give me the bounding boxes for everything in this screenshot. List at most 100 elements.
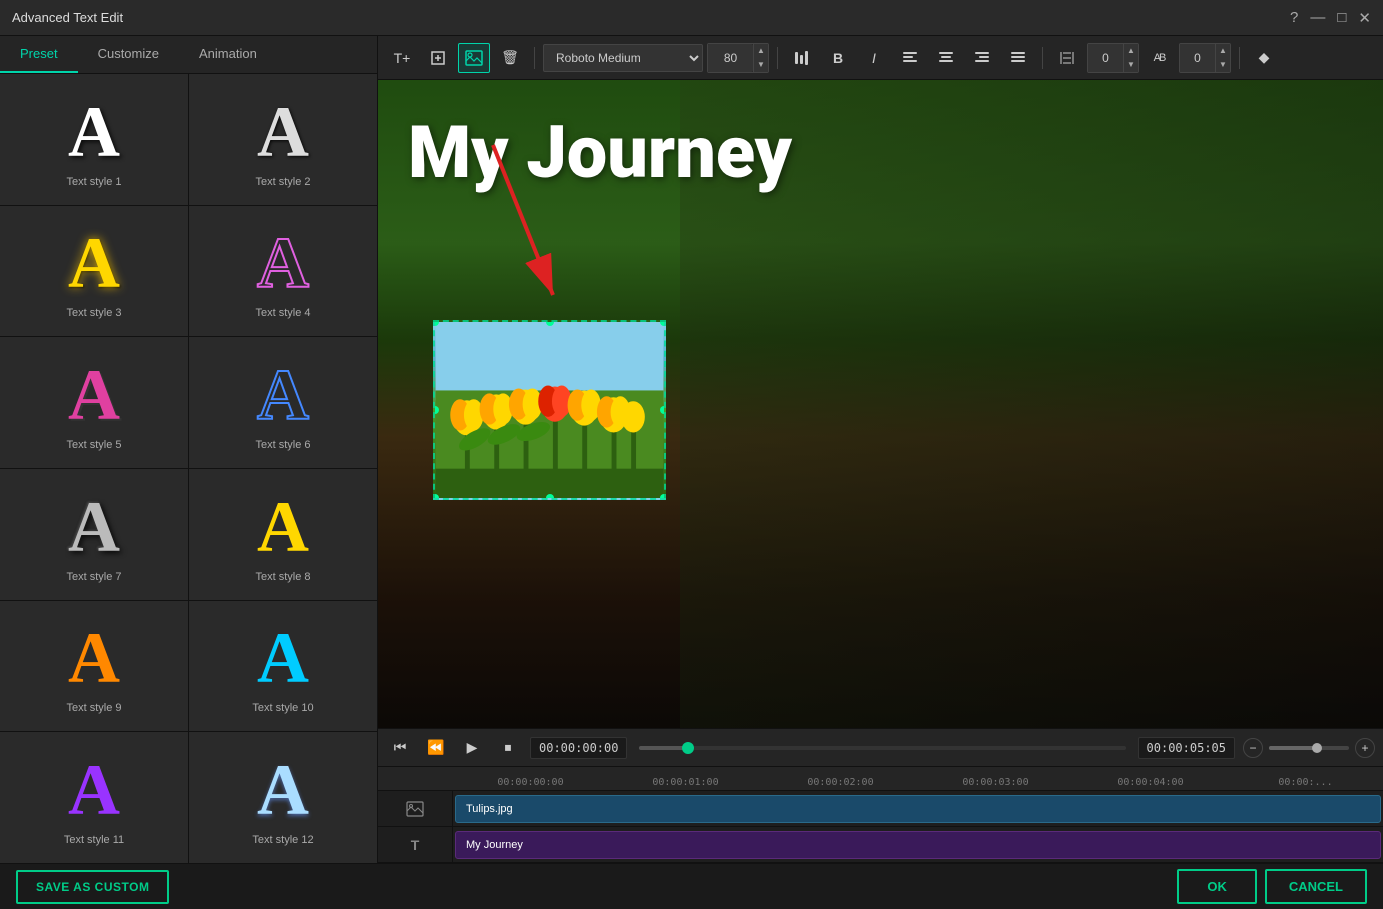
handle-top-center[interactable] xyxy=(546,320,554,326)
ruler-mark-2: 00:00:02:00 xyxy=(763,777,918,788)
save-as-custom-button[interactable]: SAVE AS CUSTOM xyxy=(16,870,169,904)
style1-label: Text style 1 xyxy=(66,176,121,188)
style-cell-12[interactable]: A Text style 12 xyxy=(189,732,377,863)
font-size-down[interactable]: ▼ xyxy=(754,58,768,72)
left-panel: Preset Customize Animation A Text style … xyxy=(0,36,378,863)
text-clip-label: My Journey xyxy=(466,839,523,851)
image-clip[interactable]: Tulips.jpg xyxy=(455,795,1381,823)
ok-button[interactable]: OK xyxy=(1177,869,1257,904)
preview-title: My Journey xyxy=(408,110,792,195)
divider-4 xyxy=(1239,47,1240,69)
window-controls[interactable]: ? — □ ✕ xyxy=(1290,9,1371,27)
preview-area: My Journey xyxy=(378,80,1383,728)
align-right-button[interactable] xyxy=(966,43,998,73)
rewind-button[interactable]: ⏮ xyxy=(386,734,414,762)
maximize-icon[interactable]: □ xyxy=(1337,9,1346,27)
style10-label: Text style 10 xyxy=(252,702,313,714)
help-icon[interactable]: ? xyxy=(1290,9,1298,27)
timeline-tracks: Tulips.jpg T My Journey xyxy=(378,791,1383,863)
kerning-down[interactable]: ▼ xyxy=(1216,58,1230,72)
bar-chart-icon[interactable] xyxy=(786,43,818,73)
track-icon-image xyxy=(378,791,453,826)
handle-bottom-right[interactable] xyxy=(660,494,666,500)
line-spacing-icon xyxy=(1051,43,1083,73)
step-back-button[interactable]: ⏪ xyxy=(422,734,450,762)
font-size-up[interactable]: ▲ xyxy=(754,44,768,58)
right-panel: T+ 🗑 Roboto Medium Arial Times New xyxy=(378,36,1383,863)
spacing-down[interactable]: ▼ xyxy=(1124,58,1138,72)
style-cell-7[interactable]: A Text style 7 xyxy=(0,469,188,600)
divider-3 xyxy=(1042,47,1043,69)
style11-letter: A xyxy=(68,754,120,826)
tab-animation[interactable]: Animation xyxy=(179,36,277,73)
align-left-button[interactable] xyxy=(894,43,926,73)
progress-thumb[interactable] xyxy=(682,742,694,754)
handle-bottom-center[interactable] xyxy=(546,494,554,500)
insert-image-button[interactable] xyxy=(458,43,490,73)
style-cell-8[interactable]: A Text style 8 xyxy=(189,469,377,600)
style3-label: Text style 3 xyxy=(66,307,121,319)
delete-button[interactable]: 🗑 xyxy=(494,43,526,73)
timeline-progress-bar[interactable] xyxy=(639,746,1125,750)
zoom-slider[interactable] xyxy=(1269,746,1349,750)
align-center-button[interactable] xyxy=(930,43,962,73)
progress-fill xyxy=(639,746,688,750)
style-cell-9[interactable]: A Text style 9 xyxy=(0,601,188,732)
style-cell-10[interactable]: A Text style 10 xyxy=(189,601,377,732)
style-cell-1[interactable]: A Text style 1 xyxy=(0,74,188,205)
track-icon-text: T xyxy=(378,827,453,862)
divider-2 xyxy=(777,47,778,69)
image-clip-label: Tulips.jpg xyxy=(466,803,513,815)
style3-letter: A xyxy=(68,227,120,299)
divider-1 xyxy=(534,47,535,69)
style12-label: Text style 12 xyxy=(252,834,313,846)
style-cell-11[interactable]: A Text style 11 xyxy=(0,732,188,863)
style-cell-2[interactable]: A Text style 2 xyxy=(189,74,377,205)
zoom-thumb[interactable] xyxy=(1312,743,1322,753)
bottom-right-buttons: OK CANCEL xyxy=(1177,869,1367,904)
style-cell-4[interactable]: A Text style 4 xyxy=(189,206,377,337)
spacing-arrows: ▲ ▼ xyxy=(1123,44,1138,72)
justify-button[interactable] xyxy=(1002,43,1034,73)
handle-bottom-left[interactable] xyxy=(433,494,439,500)
italic-button[interactable]: I xyxy=(858,43,890,73)
tab-customize[interactable]: Customize xyxy=(78,36,179,73)
ruler-mark-4: 00:00:04:00 xyxy=(1073,777,1228,788)
text-clip[interactable]: My Journey xyxy=(455,831,1381,859)
stop-button[interactable]: ⏹ xyxy=(494,734,522,762)
kerning-input[interactable] xyxy=(1180,44,1215,72)
cancel-button[interactable]: CANCEL xyxy=(1265,869,1367,904)
style-cell-6[interactable]: A Text style 6 xyxy=(189,337,377,468)
style12-letter: A xyxy=(257,754,309,826)
zoom-in-button[interactable]: + xyxy=(1355,738,1375,758)
ruler-mark-1: 00:00:01:00 xyxy=(608,777,763,788)
kerning-up[interactable]: ▲ xyxy=(1216,44,1230,58)
style6-label: Text style 6 xyxy=(255,439,310,451)
spacing-up[interactable]: ▲ xyxy=(1124,44,1138,58)
font-selector[interactable]: Roboto Medium Arial Times New Roman xyxy=(543,44,703,72)
add-text-button[interactable]: T+ xyxy=(386,43,418,73)
handle-middle-right[interactable] xyxy=(660,406,666,414)
ruler-mark-0: 00:00:00:00 xyxy=(453,777,608,788)
minimize-icon[interactable]: — xyxy=(1310,9,1325,27)
handle-top-right[interactable] xyxy=(660,320,666,326)
timeline-ruler: 00:00:00:00 00:00:01:00 00:00:02:00 00:0… xyxy=(378,767,1383,791)
resize-button[interactable] xyxy=(422,43,454,73)
bold-button[interactable]: B xyxy=(822,43,854,73)
styles-grid: A Text style 1 A Text style 2 A Text sty… xyxy=(0,74,377,863)
style9-letter: A xyxy=(68,622,120,694)
diamond-icon[interactable]: ◆ xyxy=(1248,43,1280,73)
close-icon[interactable]: ✕ xyxy=(1358,9,1371,27)
spacing-input[interactable] xyxy=(1088,44,1123,72)
font-size-input[interactable] xyxy=(708,44,753,72)
red-arrow-indicator xyxy=(473,135,593,335)
style2-letter: A xyxy=(257,96,309,168)
tulips-image-box[interactable] xyxy=(433,320,666,500)
playback-bar: ⏮ ⏪ ▶ ⏹ 00:00:00:00 00:00:05:05 − + xyxy=(378,729,1383,767)
style-cell-3[interactable]: A Text style 3 xyxy=(0,206,188,337)
style-cell-5[interactable]: A Text style 5 xyxy=(0,337,188,468)
kerning-arrows: ▲ ▼ xyxy=(1215,44,1230,72)
tab-preset[interactable]: Preset xyxy=(0,36,78,73)
zoom-out-button[interactable]: − xyxy=(1243,738,1263,758)
play-button[interactable]: ▶ xyxy=(458,734,486,762)
